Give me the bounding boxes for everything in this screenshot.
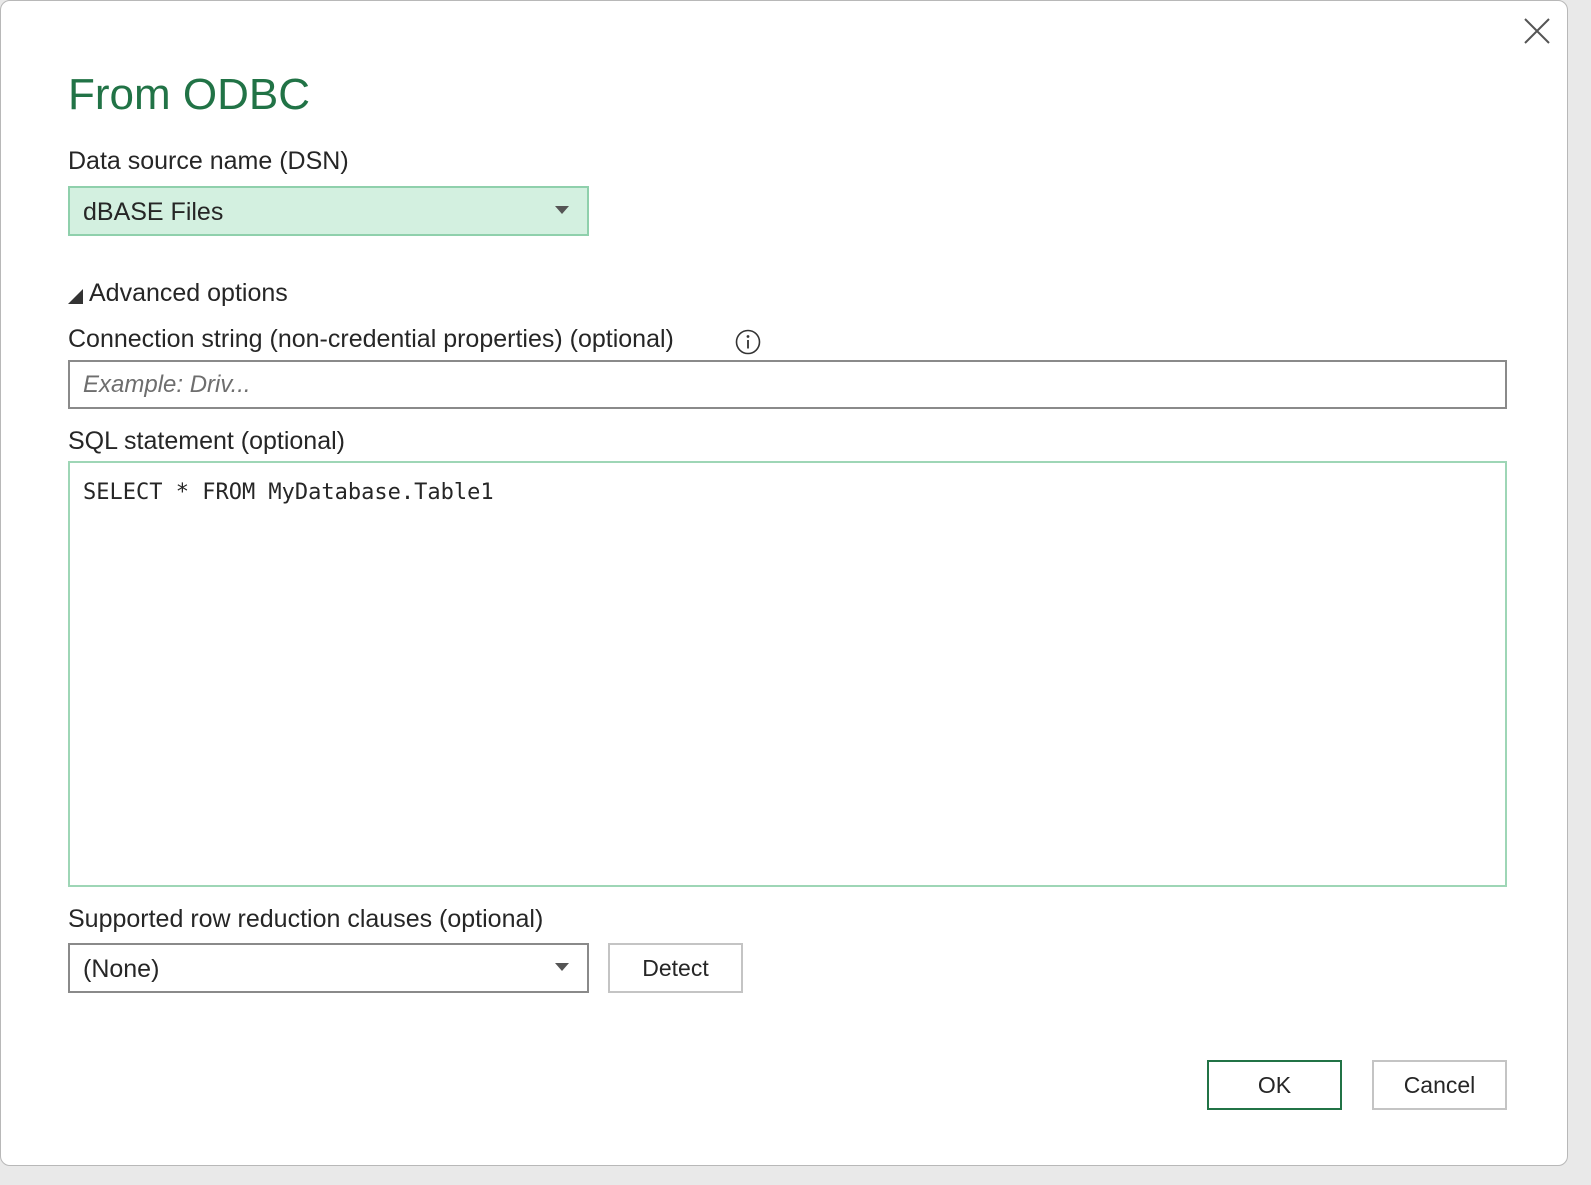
sql-statement-textarea[interactable]: SELECT * FROM MyDatabase.Table1 [68,461,1507,887]
dialog-title: From ODBC [68,70,310,119]
chevron-down-icon [555,206,569,214]
close-icon [1524,18,1550,44]
dsn-label: Data source name (DSN) [68,147,349,175]
connection-string-label: Connection string (non-credential proper… [68,325,674,353]
dsn-select-value: dBASE Files [83,198,224,226]
dsn-select[interactable]: dBASE Files [68,186,589,236]
ok-button[interactable]: OK [1207,1060,1342,1110]
advanced-options-label: Advanced options [89,279,288,307]
sql-statement-label: SQL statement (optional) [68,427,345,455]
close-button[interactable] [1517,11,1557,51]
row-reduction-select[interactable]: (None) [68,943,589,993]
advanced-options-toggle[interactable]: Advanced options [68,277,288,309]
cancel-button[interactable]: Cancel [1372,1060,1507,1110]
expanded-triangle-icon [68,288,83,304]
from-odbc-dialog: From ODBC Data source name (DSN) dBASE F… [0,0,1568,1166]
info-icon[interactable] [735,329,761,355]
chevron-down-icon [555,963,569,971]
row-reduction-label: Supported row reduction clauses (optiona… [68,905,544,933]
row-reduction-select-value: (None) [83,955,160,983]
connection-string-input[interactable] [68,360,1507,409]
detect-button[interactable]: Detect [608,943,743,993]
